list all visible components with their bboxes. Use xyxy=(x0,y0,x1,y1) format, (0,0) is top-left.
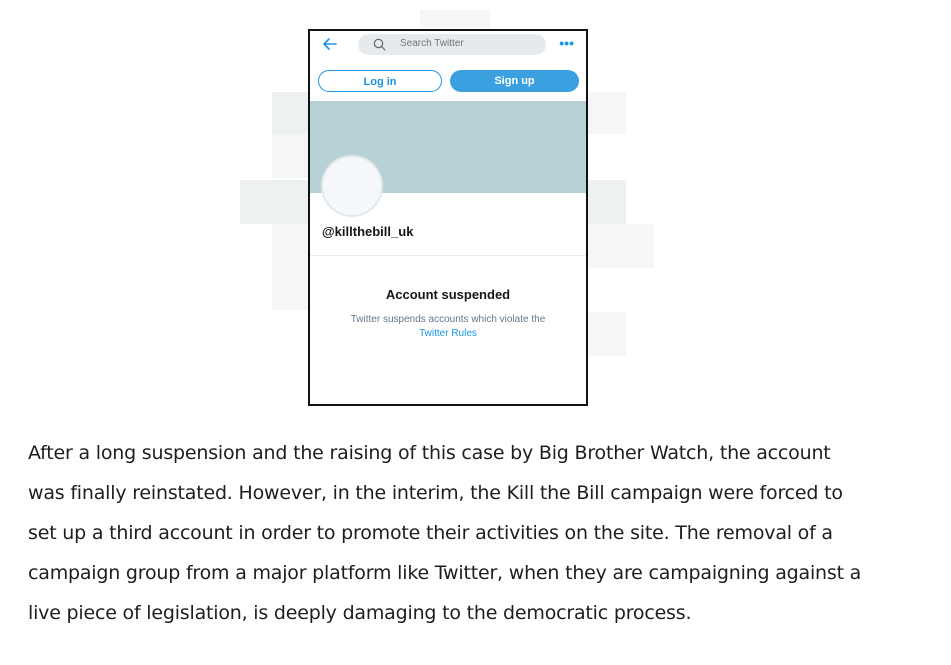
background-block xyxy=(272,92,308,134)
profile-handle: @killthebill_uk xyxy=(322,224,414,239)
divider xyxy=(310,255,586,256)
paragraph-line: live piece of legislation, is deeply dam… xyxy=(28,602,692,624)
background-block xyxy=(240,180,308,224)
article-paragraph: After a long suspension and the raising … xyxy=(28,433,928,633)
paragraph-line: campaign group from a major platform lik… xyxy=(28,562,862,584)
search-placeholder: Search Twitter xyxy=(400,38,464,49)
avatar xyxy=(321,155,383,217)
paragraph-line: set up a third account in order to promo… xyxy=(28,522,833,544)
login-button[interactable]: Log in xyxy=(318,70,442,92)
status-description-text: Twitter suspends accounts which violate … xyxy=(350,314,546,325)
background-block xyxy=(588,312,626,356)
status-description: Twitter suspends accounts which violate … xyxy=(310,313,586,341)
background-block xyxy=(272,134,308,178)
background-block xyxy=(588,92,626,134)
top-bar: Search Twitter ••• xyxy=(310,31,586,59)
search-input[interactable]: Search Twitter xyxy=(358,34,546,55)
twitter-rules-link[interactable]: Twitter Rules xyxy=(419,328,477,339)
background-block xyxy=(272,268,308,310)
signup-button[interactable]: Sign up xyxy=(450,70,579,92)
paragraph-line: was finally reinstated. However, in the … xyxy=(28,482,843,504)
background-block xyxy=(272,224,308,268)
background-block xyxy=(420,10,490,28)
paragraph-line: After a long suspension and the raising … xyxy=(28,442,831,464)
background-block xyxy=(588,180,626,224)
more-icon[interactable]: ••• xyxy=(559,35,574,51)
search-icon xyxy=(373,38,386,51)
back-arrow-icon[interactable] xyxy=(322,36,338,52)
background-block xyxy=(588,224,654,268)
status-title: Account suspended xyxy=(385,287,511,302)
twitter-profile-screenshot: Search Twitter ••• Log in Sign up @killt… xyxy=(308,29,588,406)
